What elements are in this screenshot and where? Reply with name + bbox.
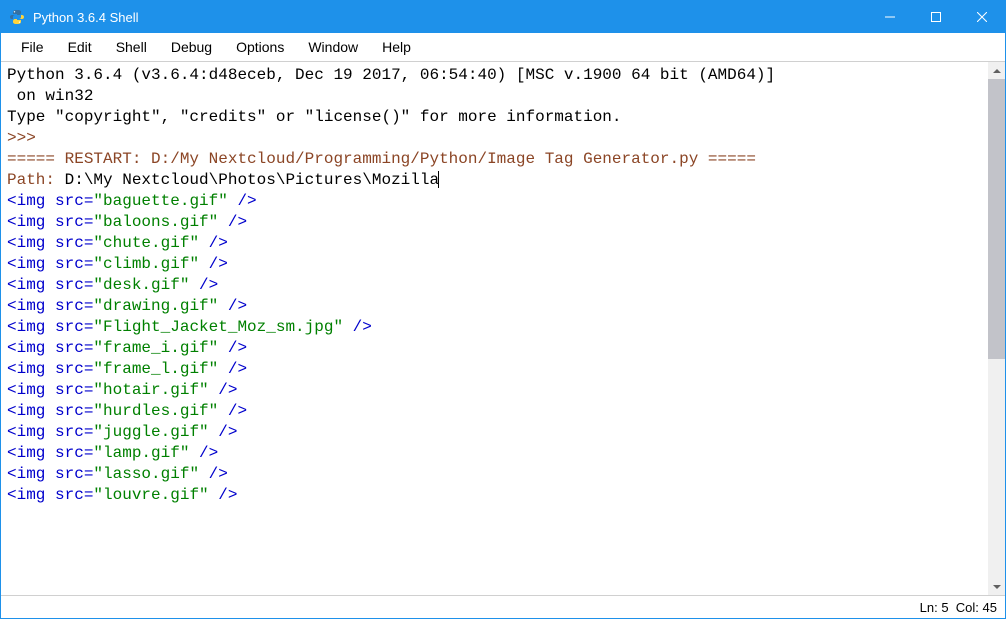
minimize-button[interactable]: [867, 1, 913, 33]
shell-text-area[interactable]: Python 3.6.4 (v3.6.4:d48eceb, Dec 19 201…: [1, 62, 988, 595]
vertical-scrollbar[interactable]: [988, 62, 1005, 595]
line-label: Ln:: [920, 600, 938, 615]
statusbar: Ln: 5 Col: 45: [1, 596, 1005, 618]
menu-options[interactable]: Options: [226, 37, 294, 57]
col-number: 45: [983, 600, 997, 615]
col-label: Col:: [956, 600, 979, 615]
window-frame: Python 3.6.4 Shell File Edit Shell Debug…: [0, 0, 1006, 619]
python-icon: [9, 9, 25, 25]
maximize-button[interactable]: [913, 1, 959, 33]
scroll-down-button[interactable]: [988, 578, 1005, 595]
titlebar[interactable]: Python 3.6.4 Shell: [1, 1, 1005, 33]
menu-window[interactable]: Window: [298, 37, 368, 57]
scroll-up-button[interactable]: [988, 62, 1005, 79]
menu-edit[interactable]: Edit: [58, 37, 102, 57]
menu-shell[interactable]: Shell: [106, 37, 157, 57]
scrollbar-track[interactable]: [988, 79, 1005, 578]
menu-help[interactable]: Help: [372, 37, 421, 57]
menubar: File Edit Shell Debug Options Window Hel…: [1, 33, 1005, 61]
window-title: Python 3.6.4 Shell: [33, 10, 867, 25]
content-area: Python 3.6.4 (v3.6.4:d48eceb, Dec 19 201…: [1, 61, 1005, 596]
scrollbar-thumb[interactable]: [988, 79, 1005, 359]
menu-file[interactable]: File: [11, 37, 54, 57]
menu-debug[interactable]: Debug: [161, 37, 222, 57]
text-caret: [438, 171, 439, 188]
line-number: 5: [941, 600, 948, 615]
close-button[interactable]: [959, 1, 1005, 33]
